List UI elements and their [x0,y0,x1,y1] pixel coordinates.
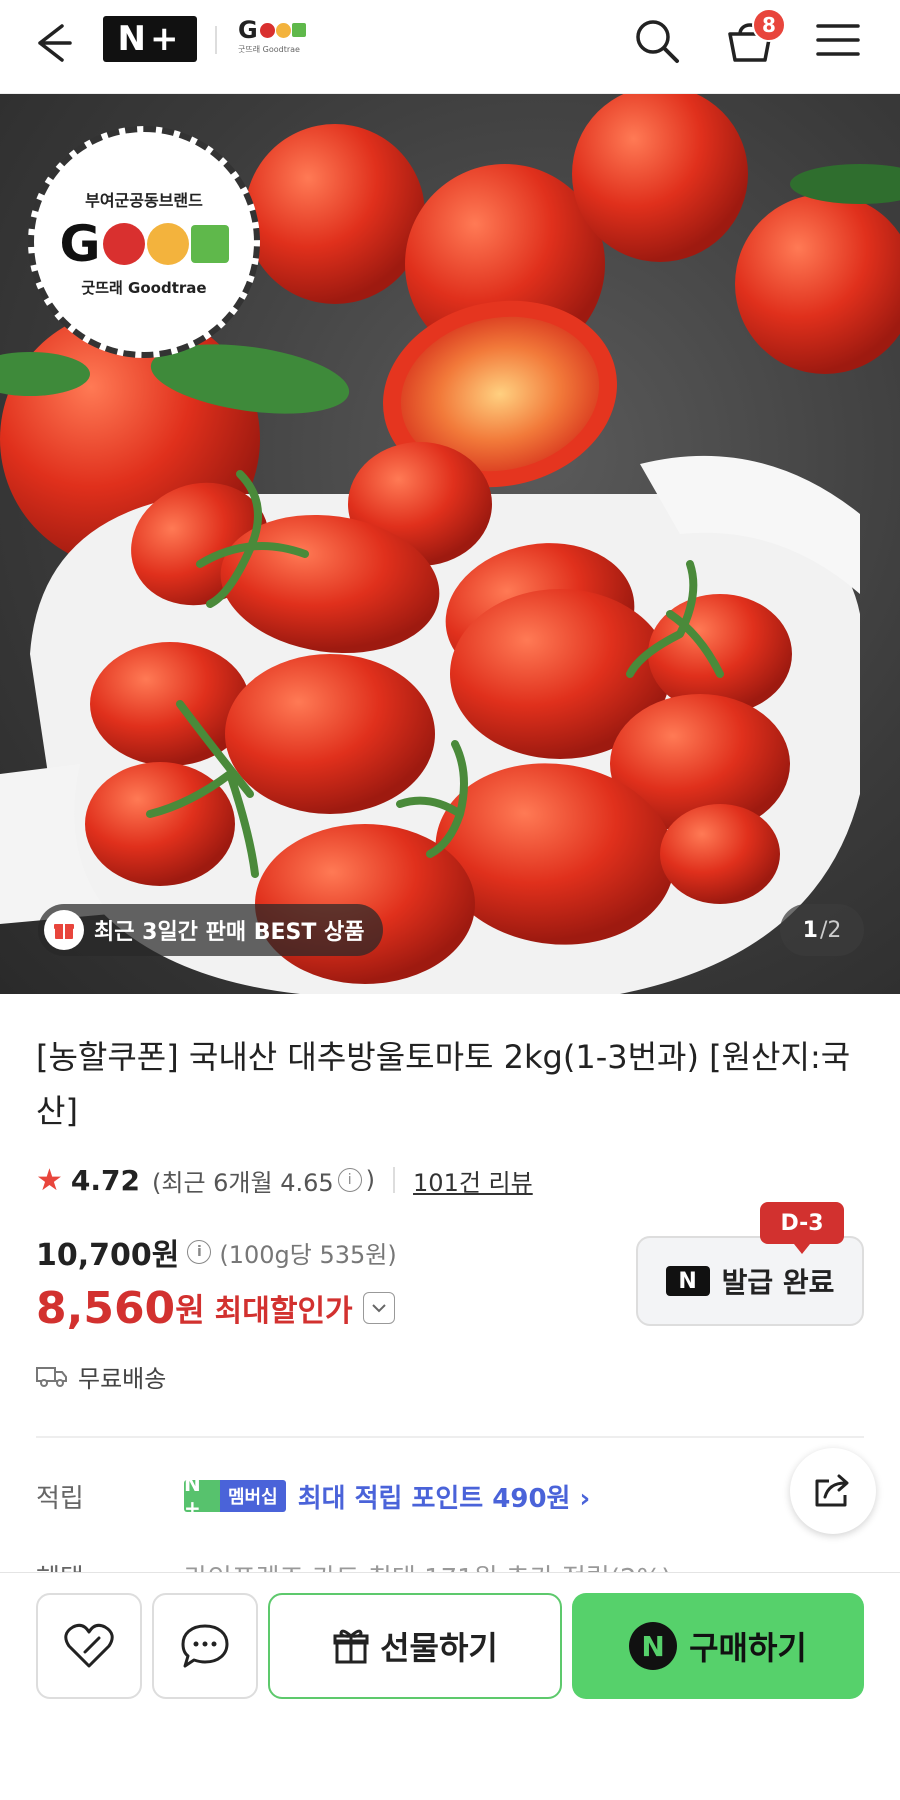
truck-icon [36,1367,67,1387]
best-seller-pill: 최근 3일간 판매 BEST 상품 [38,904,383,956]
like-button[interactable] [36,1593,142,1699]
top-header: N+ G 굿뜨래 Goodtrae 8 [0,0,900,94]
original-price: 10,700원 [36,1238,180,1273]
brand-certification-badge: 부여군공동브랜드 G 굿뜨래 Goodtrae [28,126,260,358]
sale-price-row: 8,560 원 최대할인가 [36,1280,395,1336]
heart-icon [64,1623,114,1668]
points-label: 적립 [36,1483,84,1514]
search-icon[interactable] [632,16,682,66]
buy-label: 구매하기 [689,1629,807,1667]
brand-logo-caption: 굿뜨래 Goodtrae [238,45,300,54]
membership-badge-text: 멤버십 [220,1480,286,1512]
bottom-action-bar: 선물하기 N 구매하기 [0,1572,900,1800]
brand-logo[interactable]: G 굿뜨래 Goodtrae [238,16,312,62]
gift-icon [333,1629,369,1664]
gift-button[interactable]: 선물하기 [268,1593,562,1699]
badge-brand-line: 부여군공동브랜드 [85,190,203,210]
chat-bubble-icon [181,1624,229,1668]
naver-n-icon: N [665,1266,710,1296]
unit-price: (100g당 535원) [219,1240,397,1269]
hamburger-menu-icon[interactable] [814,18,862,62]
info-icon[interactable]: i [337,1168,362,1192]
section-divider [36,1436,864,1438]
rating-recent-close: ) [365,1166,376,1194]
buy-button[interactable]: N 구매하기 [572,1593,864,1699]
naver-plus-logo[interactable]: N+ [103,16,197,62]
membership-badge-n: N + [184,1480,220,1512]
sale-price-currency: 원 [175,1291,205,1329]
sale-price: 8,560 [36,1282,176,1334]
review-link[interactable]: 101건 리뷰 [413,1163,533,1198]
rating-score: 4.72 [70,1163,140,1197]
points-row[interactable]: 적립 N + 멤버십 최대 적립 포인트 490원 › [36,1474,590,1518]
shipping-row: 무료배송 [36,1356,166,1396]
star-icon: ★ [36,1162,63,1198]
rating-separator [393,1167,396,1193]
pager-total: /2 [819,917,842,943]
chevron-down-icon[interactable] [362,1292,395,1324]
coupon-issued-button[interactable]: N 발급 완료 [636,1236,864,1326]
product-title: [농할쿠폰] 국내산 대추방울토마토 2kg(1-3번과) [원산지:국산] [36,1038,851,1130]
talk-button[interactable] [152,1593,258,1699]
shipping-text: 무료배송 [78,1364,167,1393]
gift-label: 선물하기 [380,1629,498,1667]
brand-logo-mark: G [238,16,312,44]
share-button[interactable] [790,1448,876,1534]
product-image-carousel[interactable]: 부여군공동브랜드 G 굿뜨래 Goodtrae 최근 3일간 판매 BEST 상… [0,94,900,994]
cart-count-badge: 8 [752,8,786,42]
max-discount-label: 최대할인가 [214,1294,353,1329]
membership-badge: N + 멤버십 [184,1480,286,1512]
rating-recent: (최근 6개월 4.65 [152,1168,334,1197]
coupon-label: 발급 완료 [721,1266,835,1299]
original-price-row: 10,700원 i (100g당 535원) [36,1232,397,1273]
naver-n-circle-icon: N [629,1622,678,1670]
badge-brand-name: 굿뜨래 Goodtrae [81,278,207,297]
header-divider [215,26,217,54]
rating-row: ★ 4.72 (최근 6개월 4.65 i ) 101건 리뷰 [36,1160,533,1200]
pager-current: 1 [802,917,818,943]
share-icon [815,1474,849,1507]
badge-logo-mark: G [59,219,229,269]
best-seller-text: 최근 3일간 판매 BEST 상품 [94,920,365,945]
arrow-left-icon[interactable] [30,20,76,66]
image-pager: 1/2 [780,904,864,956]
coupon-dday-badge: D-3 [760,1202,844,1254]
gift-box-icon [44,910,84,950]
points-text[interactable]: 최대 적립 포인트 490원 › [298,1478,591,1515]
price-info-icon[interactable]: i [187,1240,212,1264]
